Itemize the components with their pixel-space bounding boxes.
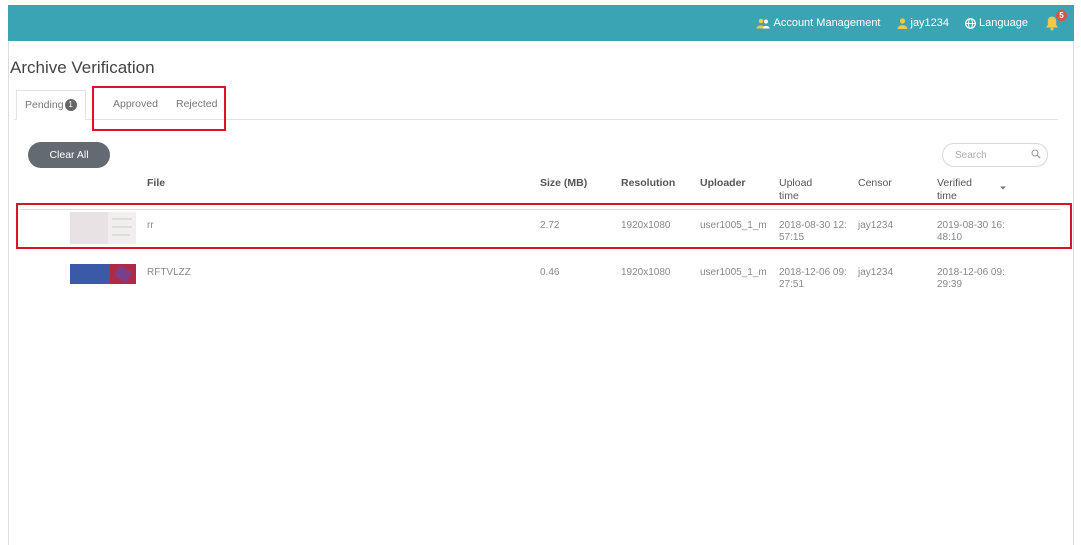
upload-time-header-line1: Upload (779, 177, 813, 189)
verified-time-line1: 2018-12-06 09: (937, 267, 1005, 278)
sort-caret-icon[interactable] (999, 178, 1007, 196)
verified-time-header-line2: time (937, 190, 957, 202)
notification-count-badge: 5 (1056, 10, 1067, 21)
user-name: jay1234 (910, 17, 950, 29)
notifications-button[interactable]: 5 (1044, 10, 1067, 32)
column-header-uploader[interactable]: Uploader (700, 177, 746, 190)
top-nav: Account Management jay1234 Language 5 (756, 5, 1067, 41)
search-input[interactable] (955, 149, 1031, 161)
file-censor: jay1234 (858, 267, 894, 278)
upload-time-header-line2: time (779, 190, 799, 202)
file-thumbnail[interactable] (70, 264, 136, 284)
verified-time-line2: 29:39 (937, 279, 963, 290)
top-bar: Account Management jay1234 Language 5 (8, 5, 1074, 41)
row-highlight-box (16, 203, 1072, 249)
language-label: Language (979, 17, 1028, 29)
file-size: 0.46 (540, 267, 560, 278)
pending-count-badge: 1 (64, 99, 77, 112)
globe-icon (965, 17, 976, 29)
verified-time: 2018-12-06 09: 29:39 (937, 267, 1005, 291)
column-header-resolution[interactable]: Resolution (621, 177, 675, 190)
account-management-label: Account Management (773, 17, 881, 29)
column-header-censor[interactable]: Censor (858, 177, 892, 190)
search-icon[interactable] (1031, 146, 1041, 164)
column-header-file[interactable]: File (147, 177, 165, 190)
file-resolution: 1920x1080 (621, 267, 671, 278)
upload-time-line1: 2018-12-06 09: (779, 267, 847, 278)
column-header-upload-time[interactable]: Upload time (779, 177, 812, 203)
column-header-size[interactable]: Size (MB) (540, 177, 587, 190)
page-title: Archive Verification (10, 58, 155, 77)
user-menu[interactable]: jay1234 (897, 17, 950, 29)
verified-time-header-line1: Verified (937, 177, 973, 189)
tabs-highlight-box (92, 86, 226, 131)
tab-pending[interactable]: Pending 1 (16, 90, 86, 120)
user-icon (897, 17, 908, 29)
column-header-verified-time[interactable]: Verified time (937, 177, 972, 203)
file-uploader: user1005_1_m (700, 267, 767, 278)
users-icon (756, 18, 770, 29)
file-name: RFTVLZZ (147, 267, 191, 278)
search-box (942, 143, 1048, 167)
upload-time: 2018-12-06 09: 27:51 (779, 267, 847, 291)
upload-time-line2: 27:51 (779, 279, 805, 290)
language-menu[interactable]: Language (965, 17, 1028, 29)
tab-pending-label: Pending (25, 99, 64, 111)
account-management-link[interactable]: Account Management (756, 17, 881, 29)
clear-all-button[interactable]: Clear All (28, 142, 110, 168)
